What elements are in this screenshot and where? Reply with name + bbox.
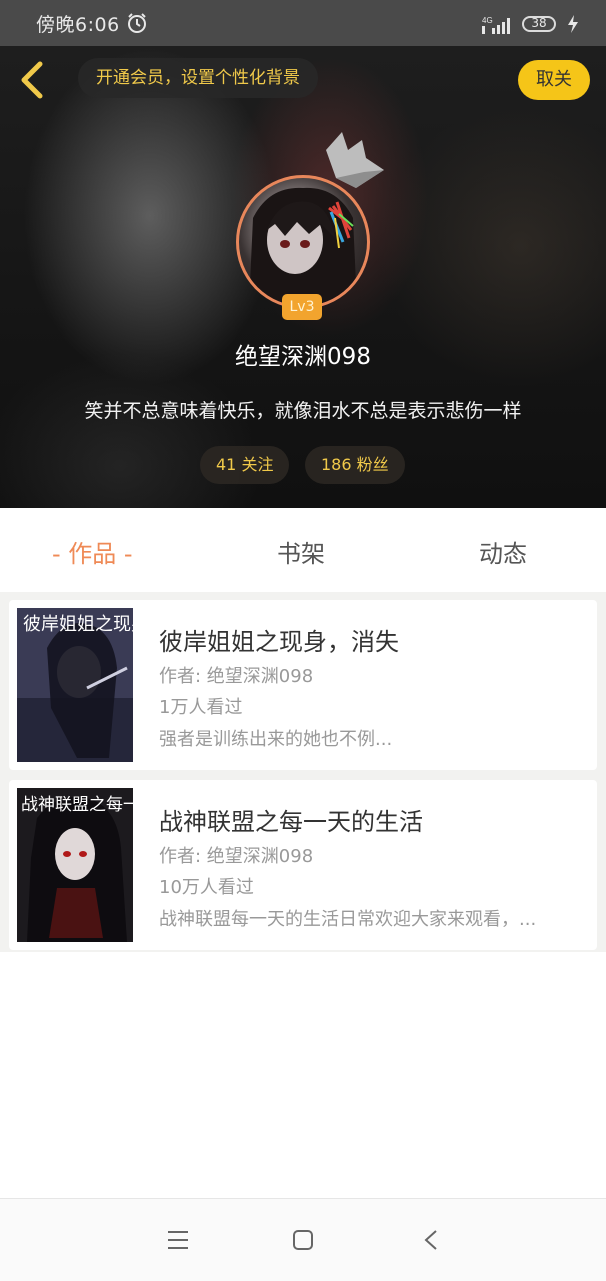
charging-icon: [568, 15, 578, 33]
battery-level: 38: [531, 16, 547, 30]
tab-activity[interactable]: 动态: [479, 534, 527, 569]
book-title[interactable]: 战神联盟之每一天的生活: [159, 802, 423, 837]
book-views: 10万人看过: [159, 877, 254, 898]
tab-bookshelf[interactable]: 书架: [277, 534, 325, 569]
status-time: 傍晚6:06: [36, 14, 120, 36]
avatar-image: [249, 187, 357, 306]
menu-icon[interactable]: [166, 1229, 190, 1251]
profile-header: 开通会员，设置个性化背景 取关 Lv3 绝望深渊098 笑并不总意味着快乐，就像…: [0, 46, 606, 508]
book-views: 1万人看过: [159, 697, 243, 718]
alarm-icon: [128, 13, 146, 33]
book-description: 强者是训练出来的她也不例...: [159, 729, 393, 750]
unfollow-button[interactable]: 取关: [518, 60, 590, 100]
tab-bar: - 作品 - 书架 动态: [0, 508, 606, 592]
bio: 笑并不总意味着快乐，就像泪水不总是表示悲伤一样: [84, 400, 522, 422]
signal-icon: 4G: [482, 16, 510, 34]
book-author: 作者: 绝望深渊098: [159, 846, 314, 867]
level-badge: Lv3: [282, 294, 322, 320]
tab-works[interactable]: - 作品 -: [52, 534, 133, 569]
book-cover-title: 战神联盟之每一天的生活: [21, 795, 133, 815]
nav-back-icon[interactable]: [422, 1229, 440, 1251]
book-cover: 战神联盟之每一天的生活: [17, 788, 133, 942]
book-author: 作者: 绝望深渊098: [159, 666, 314, 687]
vip-banner[interactable]: 开通会员，设置个性化背景: [78, 58, 318, 98]
book-description: 战神联盟每一天的生活日常欢迎大家来观看，...: [159, 909, 537, 930]
list-item[interactable]: 战神联盟之每一天的生活 战神联盟之每一天的生活 作者: 绝望深渊098 10万人…: [9, 780, 597, 950]
avatar[interactable]: [236, 175, 370, 309]
battery-icon: 38: [522, 16, 556, 32]
list-item[interactable]: 彼岸姐姐之现身 彼岸姐姐之现身，消失 作者: 绝望深渊098 1万人看过 强者是…: [9, 600, 597, 770]
following-count[interactable]: 41 关注: [200, 446, 290, 484]
book-cover-title: 彼岸姐姐之现身: [23, 614, 133, 635]
followers-count[interactable]: 186 粉丝: [305, 446, 405, 484]
works-list: 彼岸姐姐之现身 彼岸姐姐之现身，消失 作者: 绝望深渊098 1万人看过 强者是…: [0, 592, 606, 952]
home-icon[interactable]: [292, 1229, 314, 1251]
system-nav-bar: [0, 1198, 606, 1281]
book-title[interactable]: 彼岸姐姐之现身，消失: [159, 622, 399, 657]
back-icon: [21, 61, 43, 99]
username: 绝望深渊098: [235, 344, 371, 370]
network-label: 4G: [482, 16, 493, 25]
book-cover: 彼岸姐姐之现身: [17, 608, 133, 762]
back-button[interactable]: [14, 60, 50, 100]
status-bar: 傍晚6:06 4G 38: [0, 0, 606, 46]
